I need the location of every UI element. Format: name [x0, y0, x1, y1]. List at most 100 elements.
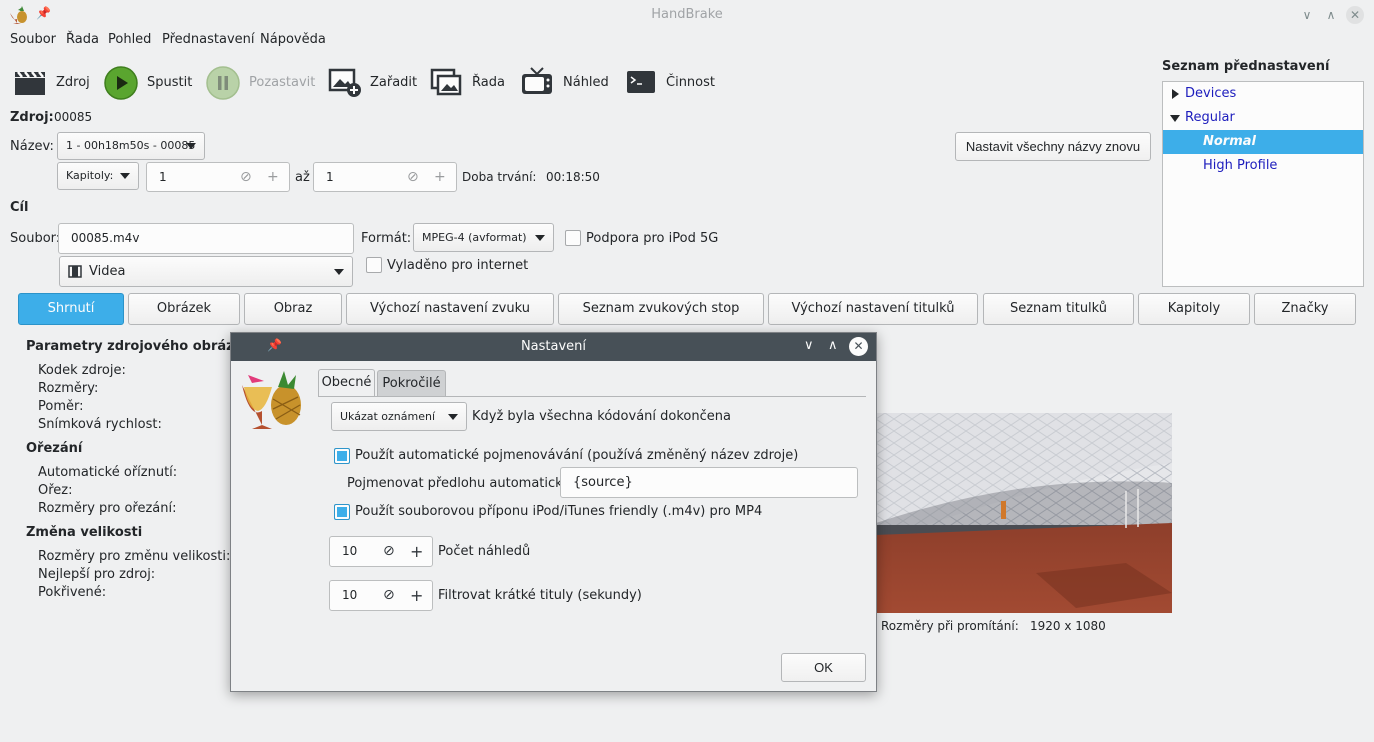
source-codec-label: Kodek zdroje:	[38, 363, 126, 378]
expand-arrow-icon[interactable]	[1172, 89, 1179, 99]
name-template-label: Pojmenovat předlohu automaticky	[347, 476, 570, 491]
menu-queue[interactable]: Řada	[66, 32, 99, 47]
source-aspect-label: Poměr:	[38, 399, 84, 414]
clear-icon[interactable]: ⊘	[383, 581, 395, 610]
source-value: 00085	[54, 110, 93, 124]
format-select[interactable]: MPEG-4 (avformat)	[413, 223, 554, 252]
web-optimized-checkbox[interactable]	[366, 257, 382, 273]
collapse-arrow-icon[interactable]	[1170, 115, 1180, 122]
preset-normal-label: Normal	[1203, 134, 1256, 149]
range-end-spinbox[interactable]: 1 ⊘ +	[313, 162, 457, 192]
duration-label: Doba trvání:	[462, 170, 537, 184]
clear-icon[interactable]: ⊘	[407, 163, 419, 191]
tab-audio-defaults[interactable]: Výchozí nastavení zvuku	[346, 293, 554, 325]
dialog-tab-general[interactable]: Obecné	[318, 369, 375, 397]
plus-icon[interactable]: +	[410, 581, 423, 610]
add-to-queue-icon[interactable]	[328, 68, 362, 98]
destination-folder-select[interactable]: Videa	[59, 256, 353, 287]
terminal-icon[interactable]	[626, 70, 656, 94]
title-label: Název:	[10, 139, 54, 154]
tab-audio-list[interactable]: Seznam zvukových stop	[558, 293, 764, 325]
tab-summary[interactable]: Shrnutí	[18, 293, 124, 325]
plus-icon[interactable]: +	[410, 537, 423, 566]
chevron-down-icon	[186, 143, 196, 149]
maximize-icon[interactable]: ∧	[1322, 6, 1340, 24]
play-icon[interactable]	[104, 66, 138, 100]
range-start-spinbox[interactable]: 1 ⊘ +	[146, 162, 290, 192]
film-icon	[68, 265, 82, 278]
range-to-label: až	[295, 170, 310, 185]
dialog-tab-advanced[interactable]: Pokročilé	[377, 370, 446, 397]
m4v-extension-checkbox[interactable]	[334, 504, 350, 520]
preset-high-profile[interactable]: High Profile	[1163, 154, 1363, 178]
preset-group-regular-label: Regular	[1185, 110, 1235, 125]
title-select[interactable]: 1 - 00h18m50s - 00085	[57, 132, 205, 160]
auto-naming-label: Použít automatické pojmenovávání (použív…	[355, 448, 799, 463]
crop-dimensions-label: Rozměry pro ořezání:	[38, 501, 177, 516]
file-label: Soubor:	[10, 231, 61, 246]
min-title-duration-label: Filtrovat krátké tituly (sekundy)	[438, 588, 642, 603]
preset-list-heading: Seznam přednastavení	[1162, 59, 1330, 74]
min-title-duration-spinbox[interactable]: 10 ⊘ +	[329, 580, 433, 611]
name-template-input[interactable]: {source}	[560, 467, 858, 498]
dialog-minimize-icon[interactable]: ∨	[804, 338, 814, 353]
preview-count-spinbox[interactable]: 10 ⊘ +	[329, 536, 433, 567]
queue-button-label[interactable]: Řada	[472, 75, 505, 90]
tab-tags[interactable]: Značky	[1254, 293, 1356, 325]
dialog-maximize-icon[interactable]: ∧	[828, 338, 838, 353]
pause-button-label: Pozastavit	[249, 75, 316, 90]
preview-button-label[interactable]: Náhled	[563, 75, 609, 90]
menu-file[interactable]: Soubor	[10, 32, 56, 47]
enqueue-button-label[interactable]: Zařadit	[370, 75, 417, 90]
preset-group-regular[interactable]: Regular	[1163, 106, 1363, 130]
preset-tree: Devices Regular Normal High Profile	[1162, 81, 1364, 287]
preferences-dialog: 📌 Nastavení ∨ ∧ ✕ Obecné Pokročilé Ukáza…	[230, 332, 877, 692]
menu-presets[interactable]: Přednastavení	[162, 32, 255, 47]
tab-subtitle-defaults[interactable]: Výchozí nastavení titulků	[768, 293, 978, 325]
tv-preview-icon[interactable]	[520, 66, 554, 98]
web-optimized-label: Vyladěno pro internet	[387, 258, 529, 273]
scale-heading: Změna velikosti	[26, 525, 143, 540]
source-button-label[interactable]: Zdroj	[56, 75, 90, 90]
chevron-down-icon	[535, 234, 545, 241]
destination-file-input[interactable]: 00085.m4v	[58, 223, 354, 254]
plus-icon[interactable]: +	[434, 163, 446, 191]
tab-video[interactable]: Obraz	[244, 293, 342, 325]
source-dimensions-label: Rozměry:	[38, 381, 99, 396]
scale-dimensions-label: Rozměry pro změnu velikosti:	[38, 549, 231, 564]
preset-high-profile-label: High Profile	[1203, 158, 1278, 173]
ipod5g-checkbox[interactable]	[565, 230, 581, 246]
clear-icon[interactable]: ⊘	[383, 537, 395, 566]
tab-subtitle-list[interactable]: Seznam titulků	[983, 293, 1134, 325]
queue-icon[interactable]	[430, 68, 464, 98]
tab-picture[interactable]: Obrázek	[128, 293, 240, 325]
auto-naming-checkbox[interactable]	[334, 448, 350, 464]
destination-file-value: 00085.m4v	[71, 231, 140, 245]
reset-all-names-button[interactable]: Nastavit všechny názvy znovu	[955, 132, 1151, 161]
display-size-label: Rozměry při promítání:	[881, 619, 1019, 633]
clapperboard-icon[interactable]	[14, 70, 46, 96]
ok-button[interactable]: OK	[781, 653, 866, 682]
start-button-label[interactable]: Spustit	[147, 75, 192, 90]
anamorphic-label: Pokřivené:	[38, 585, 107, 600]
clear-icon[interactable]: ⊘	[240, 163, 252, 191]
handbrake-app-icon	[242, 371, 301, 429]
destination-folder-value: Videa	[89, 264, 126, 279]
tab-chapters[interactable]: Kapitoly	[1138, 293, 1250, 325]
activity-button-label[interactable]: Činnost	[666, 75, 715, 90]
minimize-icon[interactable]: ∨	[1298, 6, 1316, 24]
dialog-title: Nastavení	[520, 339, 587, 354]
close-icon[interactable]: ✕	[1346, 6, 1364, 24]
preset-group-devices[interactable]: Devices	[1163, 82, 1363, 106]
plus-icon[interactable]: +	[267, 163, 279, 191]
preview-count-label: Počet náhledů	[438, 544, 531, 559]
crop-label: Ořez:	[38, 483, 73, 498]
preset-normal[interactable]: Normal	[1163, 130, 1363, 154]
window-title: HandBrake	[651, 7, 723, 22]
menu-help[interactable]: Nápověda	[260, 32, 326, 47]
range-type-select[interactable]: Kapitoly:	[57, 162, 139, 190]
notify-action-select[interactable]: Ukázat oznámení	[331, 402, 467, 431]
menu-view[interactable]: Pohled	[108, 32, 151, 47]
notify-action-label: Když byla všechna kódování dokončena	[472, 409, 731, 424]
dialog-close-icon[interactable]: ✕	[849, 337, 868, 356]
